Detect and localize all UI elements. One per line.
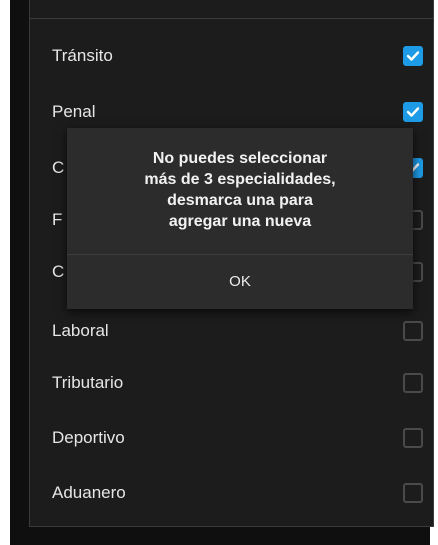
list-item-label: Aduanero [52,483,126,502]
list-item-label: Tributario [52,373,124,392]
checkmark-icon [406,107,420,117]
list-item[interactable]: Tránsito [30,28,433,84]
list-item[interactable]: Laboral [30,303,433,359]
list-item-label: Tránsito [52,46,113,65]
checkbox[interactable] [403,483,423,503]
list-item[interactable]: Aduanero [30,465,433,521]
dialog-message: No puedes seleccionar más de 3 especiali… [144,150,336,230]
list-item-label: C [52,158,65,177]
checkbox-checked[interactable] [403,46,423,66]
alert-dialog: No puedes seleccionar más de 3 especiali… [67,128,413,309]
list-item-label: C [52,262,65,281]
app-frame: Tránsito Penal C F C Laboral Tributario … [10,0,434,545]
list-item-label: Laboral [52,321,109,340]
list-item[interactable]: Deportivo [30,410,433,466]
ok-button[interactable]: OK [67,255,413,309]
list-item[interactable]: Tributario [30,355,433,411]
list-item-label: F [52,210,63,229]
checkmark-icon [406,51,420,61]
checkbox-checked[interactable] [403,102,423,122]
top-divider [30,18,433,19]
checkbox[interactable] [403,373,423,393]
list-item-label: Penal [52,102,96,121]
checkbox[interactable] [403,428,423,448]
checkbox[interactable] [403,321,423,341]
list-item-label: Deportivo [52,428,125,447]
